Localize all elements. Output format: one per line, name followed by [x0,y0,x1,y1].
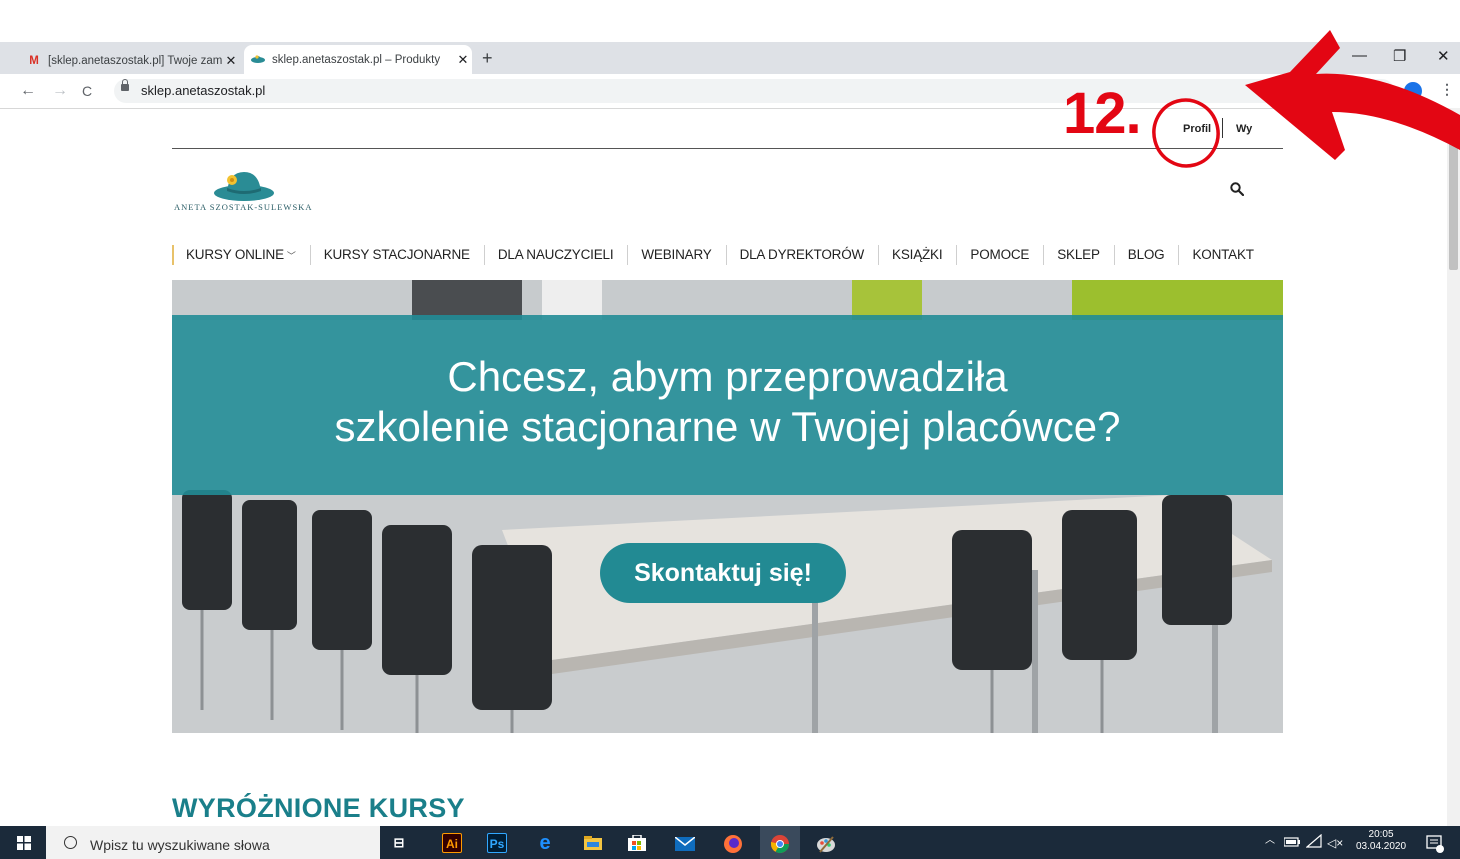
nav-item-dla-dyrektorow[interactable]: DLA DYREKTORÓW [725,245,878,265]
logo-text[interactable]: ANETA SZOSTAK-SULEWSKA [174,202,312,212]
mail-icon[interactable] [675,837,695,851]
nav-item-sklep[interactable]: SKLEP [1043,245,1114,265]
close-icon[interactable]: ✕ [454,52,472,68]
nav-item-ksiazki[interactable]: KSIĄŻKI [878,245,956,265]
header-rule [172,148,1283,149]
windows-start-icon[interactable] [17,836,31,850]
paint-icon[interactable] [816,834,836,854]
reload-icon[interactable]: C [82,83,92,99]
hero-title-line: Chcesz, abym przeprowadziła [447,353,1008,400]
logo-hat-icon[interactable] [213,168,275,202]
task-view-icon[interactable]: ⊟ [389,833,409,853]
chevron-up-icon[interactable]: ︿ [1265,831,1275,846]
chevron-down-icon: ﹀ [286,251,296,261]
nav-item-kursy-stacjonarne[interactable]: KURSY STACJONARNE [309,245,484,265]
taskbar-search-placeholder[interactable]: Wpisz tu wyszukiwane słowa [90,837,270,853]
taskbar-clock[interactable]: 20:05 03.04.2020 [1356,829,1406,853]
nav-item-label: KURSY ONLINE [186,247,284,262]
hero-title-line: szkolenie stacjonarne w Twojej placówce? [334,403,1121,450]
clock-time: 20:05 [1368,829,1394,840]
annotation-step-number: 12. [1063,81,1142,146]
file-explorer-icon[interactable] [584,836,602,850]
store-icon[interactable] [628,835,646,851]
tab-gmail[interactable]: M [sklep.anetaszostak.pl] Twoje zam ✕ [20,47,240,74]
volume-icon[interactable]: ◁× [1327,836,1343,850]
nav-item-kontakt[interactable]: KONTAKT [1178,245,1267,265]
featured-courses-heading: WYRÓŻNIONE KURSY [172,793,465,823]
back-icon[interactable]: ← [20,82,36,100]
search-icon [64,836,77,849]
nav-item-webinary[interactable]: WEBINARY [627,245,725,265]
firefox-icon[interactable] [723,834,743,854]
main-navigation: KURSY ONLINE ﹀ KURSY STACJONARNE DLA NAUC… [172,244,1268,266]
close-icon[interactable]: ✕ [222,53,240,69]
chrome-icon[interactable] [770,834,790,854]
new-tab-button[interactable]: + [482,48,493,69]
tab-title: [sklep.anetaszostak.pl] Twoje zam [48,54,222,67]
url-text[interactable]: sklep.anetaszostak.pl [141,83,265,98]
nav-item-blog[interactable]: BLOG [1113,245,1179,265]
wifi-icon[interactable] [1306,834,1322,848]
tab-title: sklep.anetaszostak.pl – Produkty [272,53,441,66]
annotation-arrow-icon [1152,30,1460,168]
nav-item-kursy-online[interactable]: KURSY ONLINE ﹀ [172,245,310,265]
clock-date: 03.04.2020 [1356,841,1407,852]
lock-icon [121,79,129,91]
nav-item-pomoce[interactable]: POMOCE [956,245,1043,265]
gmail-icon: M [29,54,39,67]
illustrator-icon[interactable]: Ai [442,833,462,853]
hero-title: Chcesz, abym przeprowadziła szkolenie st… [172,352,1283,452]
nav-item-dla-nauczycieli[interactable]: DLA NAUCZYCIELI [483,245,628,265]
battery-icon[interactable] [1284,836,1300,848]
site-icon [250,52,266,67]
notification-icon[interactable] [1426,835,1444,853]
contact-button[interactable]: Skontaktuj się! [600,543,846,603]
forward-icon[interactable]: → [52,82,68,100]
photoshop-icon[interactable]: Ps [487,833,507,853]
edge-icon[interactable]: e [535,833,555,853]
tab-shop[interactable]: sklep.anetaszostak.pl – Produkty ✕ [244,45,472,74]
